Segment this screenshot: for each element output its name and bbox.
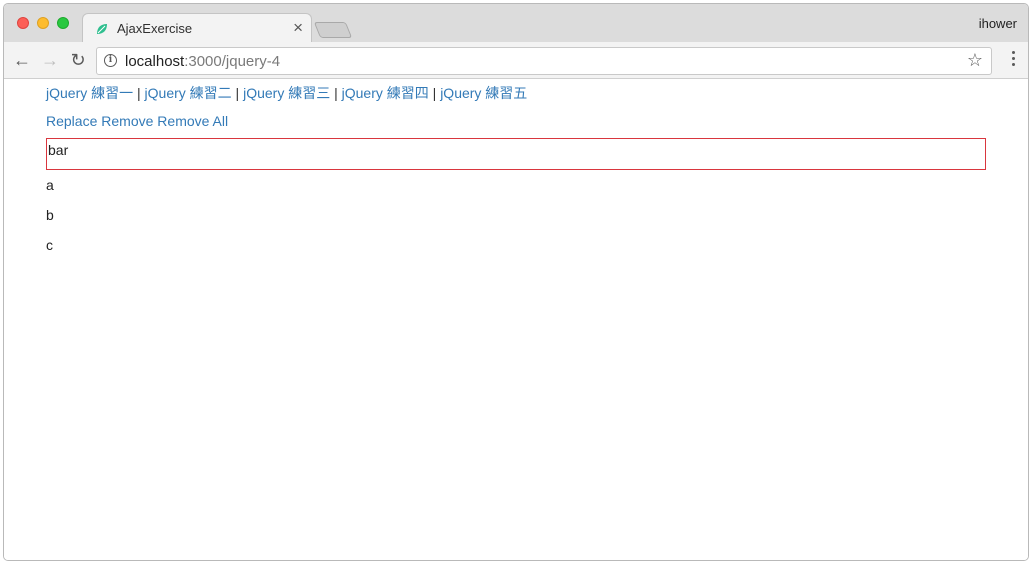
nav-link-exercise-3[interactable]: jQuery 練習三 bbox=[243, 85, 330, 101]
page-content: jQuery 練習一 | jQuery 練習二 | jQuery 練習三 | j… bbox=[4, 79, 1028, 560]
forward-arrow-icon[interactable]: → bbox=[40, 50, 60, 70]
browser-window: AjaxExercise × ihower ← → ↻ i localhost:… bbox=[3, 3, 1029, 561]
info-icon[interactable]: i bbox=[104, 54, 117, 67]
more-menu-icon[interactable] bbox=[1012, 51, 1016, 69]
list-item: b bbox=[46, 207, 54, 223]
nav-link-exercise-4[interactable]: jQuery 練習四 bbox=[342, 85, 429, 101]
new-tab-button[interactable] bbox=[313, 22, 353, 38]
reload-icon[interactable]: ↻ bbox=[68, 50, 88, 70]
nav-link-exercise-1[interactable]: jQuery 練習一 bbox=[46, 85, 133, 101]
nav-link-exercise-5[interactable]: jQuery 練習五 bbox=[440, 85, 527, 101]
title-bar: AjaxExercise × ihower bbox=[4, 4, 1028, 43]
action-links: Replace Remove Remove All bbox=[46, 113, 228, 129]
list-item: a bbox=[46, 177, 54, 193]
nav-separator: | bbox=[428, 85, 441, 101]
browser-toolbar: ← → ↻ i localhost:3000/jquery-4 ☆ bbox=[4, 42, 1028, 79]
bookmark-star-icon[interactable]: ☆ bbox=[967, 50, 983, 71]
replace-link[interactable]: Replace bbox=[46, 113, 97, 129]
leaf-favicon-icon bbox=[97, 24, 107, 34]
maximize-window-button[interactable] bbox=[57, 17, 69, 29]
close-window-button[interactable] bbox=[17, 17, 29, 29]
back-arrow-icon[interactable]: ← bbox=[12, 50, 32, 70]
tab-close-icon[interactable]: × bbox=[293, 18, 303, 38]
nav-separator: | bbox=[231, 85, 244, 101]
exercise-nav: jQuery 練習一 | jQuery 練習二 | jQuery 練習三 | j… bbox=[46, 83, 527, 103]
minimize-window-button[interactable] bbox=[37, 17, 49, 29]
highlighted-item: bar bbox=[46, 138, 986, 170]
list-item: c bbox=[46, 237, 53, 253]
url-host: localhost bbox=[125, 53, 185, 70]
address-bar[interactable]: i localhost:3000/jquery-4 ☆ bbox=[96, 47, 992, 75]
browser-tab[interactable]: AjaxExercise × bbox=[82, 13, 312, 43]
nav-link-exercise-2[interactable]: jQuery 練習二 bbox=[145, 85, 232, 101]
nav-separator: | bbox=[133, 85, 145, 101]
profile-name[interactable]: ihower bbox=[979, 16, 1017, 31]
tab-title: AjaxExercise bbox=[117, 21, 193, 36]
nav-separator: | bbox=[330, 85, 342, 101]
url-text[interactable]: localhost:3000/jquery-4 bbox=[125, 53, 280, 70]
remove-all-link[interactable]: Remove All bbox=[157, 113, 228, 129]
url-path: :3000/jquery-4 bbox=[184, 53, 281, 70]
remove-link[interactable]: Remove bbox=[101, 113, 153, 129]
